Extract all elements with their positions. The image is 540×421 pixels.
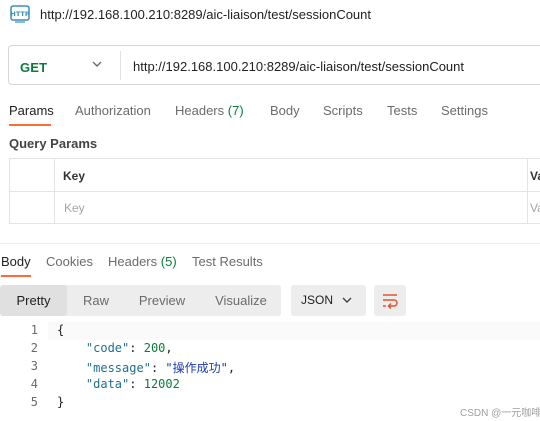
tab-tests[interactable]: Tests (387, 103, 417, 118)
value-input[interactable]: Va (530, 201, 540, 215)
line-number: 5 (30, 395, 38, 409)
tab-test-results[interactable]: Test Results (192, 254, 263, 269)
tab-response-body[interactable]: Body (1, 254, 31, 269)
json-brace: { (57, 323, 65, 337)
tab-response-headers[interactable]: Headers (5) (108, 254, 177, 269)
column-header-key: Key (63, 169, 86, 183)
query-params-title: Query Params (9, 136, 98, 151)
active-line-highlight (48, 322, 540, 340)
method-selector[interactable]: GET (20, 60, 47, 75)
key-input[interactable]: Key (64, 201, 85, 215)
table-divider (527, 158, 528, 224)
format-label: JSON (301, 293, 334, 307)
chevron-down-icon (342, 297, 352, 303)
view-preview-button[interactable]: Preview (126, 285, 198, 316)
tab-headers-label: Headers (175, 103, 225, 118)
json-key: "data" (85, 377, 130, 391)
json-value: "操作成功" (165, 361, 228, 375)
tab-headers[interactable]: Headers (7) (175, 103, 244, 118)
json-key: "message" (85, 361, 151, 375)
code-line[interactable]: "message": "操作成功", (57, 359, 235, 376)
code-line[interactable]: { (57, 323, 64, 337)
json-comma: , (165, 341, 173, 355)
json-key: "code" (85, 341, 130, 355)
chevron-down-icon[interactable] (91, 58, 103, 70)
table-divider (9, 191, 540, 192)
wrap-lines-icon (383, 294, 398, 309)
code-line[interactable]: "data": 12002 (57, 377, 180, 391)
line-number: 2 (30, 341, 38, 355)
json-brace: } (57, 395, 65, 409)
response-headers-count: (5) (160, 254, 177, 269)
line-number: 3 (30, 359, 38, 373)
table-divider (54, 158, 55, 224)
code-line[interactable]: "code": 200, (57, 341, 173, 355)
watermark: CSDN @一元咖啡 (460, 408, 540, 419)
tab-response-headers-label: Headers (108, 254, 158, 269)
view-pretty-button[interactable]: Pretty (0, 285, 67, 316)
http-request-icon: HTTP (10, 5, 30, 23)
headers-count: (7) (227, 103, 244, 118)
tab-body[interactable]: Body (270, 103, 300, 118)
view-visualize-button[interactable]: Visualize (203, 285, 279, 316)
tab-authorization[interactable]: Authorization (75, 103, 151, 118)
divider (120, 51, 121, 80)
line-number: 4 (30, 377, 38, 391)
request-title[interactable]: http://192.168.100.210:8289/aic-liaison/… (40, 7, 371, 22)
code-line[interactable]: } (57, 395, 64, 409)
view-raw-button[interactable]: Raw (68, 285, 124, 316)
tab-settings[interactable]: Settings (441, 103, 488, 118)
active-tab-indicator (9, 124, 51, 126)
json-comma: , (227, 361, 236, 375)
column-header-value: Va (530, 169, 540, 183)
json-value: 12002 (143, 377, 180, 391)
svg-text:HTTP: HTTP (10, 10, 29, 18)
response-divider (0, 243, 540, 244)
json-sep: : (129, 341, 144, 355)
json-value: 200 (143, 341, 166, 355)
line-number: 1 (30, 323, 38, 337)
active-tab-indicator (1, 275, 31, 277)
tab-scripts[interactable]: Scripts (323, 103, 363, 118)
tab-cookies[interactable]: Cookies (46, 254, 93, 269)
json-sep: : (129, 377, 144, 391)
tab-params[interactable]: Params (9, 103, 54, 118)
json-sep: : (150, 361, 166, 375)
url-input[interactable]: http://192.168.100.210:8289/aic-liaison/… (133, 59, 464, 74)
